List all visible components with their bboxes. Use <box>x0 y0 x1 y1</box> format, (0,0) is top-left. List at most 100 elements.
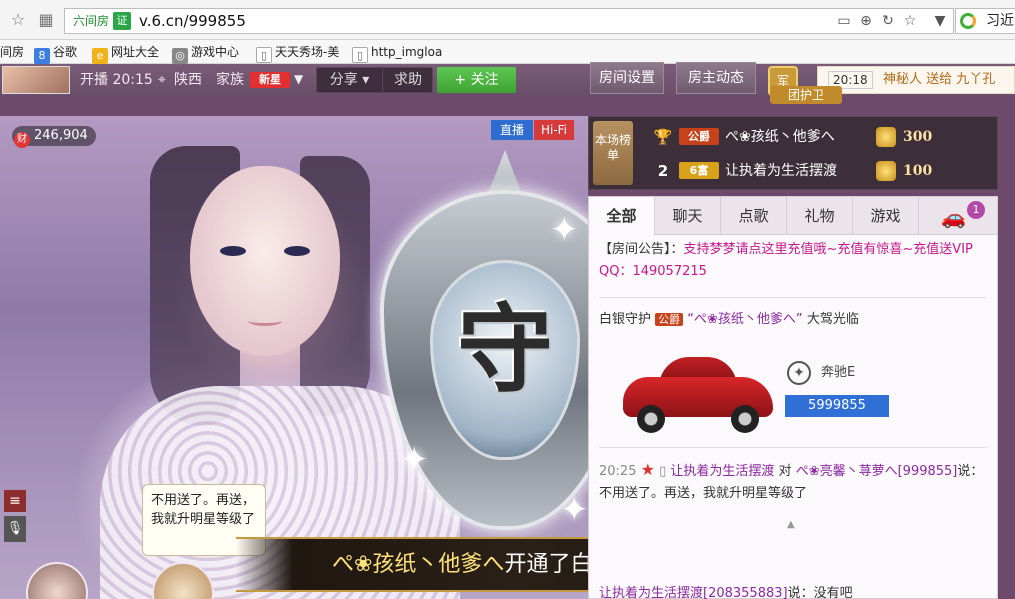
bookmarks-bar: 间房 8 谷歌 e 网址大全 ◎ 游戏中心 ▯ 天天秀场-美 ▯ http_imgloa <box>0 40 1015 64</box>
msg-user[interactable]: 让执着为生活摆渡[208355883] <box>599 586 788 599</box>
live-tag[interactable]: 直播 <box>491 120 533 140</box>
banner-name: ぺ❀孩纸丶他爹へ <box>332 552 505 577</box>
search-box[interactable]: 习近 <box>955 8 1015 34</box>
rank-name: ぺ❀孩纸丶他爹へ <box>725 129 835 145</box>
host-news-button[interactable]: 房主动态 <box>676 62 756 94</box>
room-notice: 【房间公告】：支持梦梦请点这里充值哦~充值有惊喜~充值送VIP QQ：14905… <box>599 239 989 283</box>
divider <box>599 297 987 298</box>
msg-user[interactable]: 让执着为生活摆渡 <box>670 464 774 479</box>
msg-to: 对 <box>778 464 792 479</box>
cert-badge: 证 <box>113 12 131 30</box>
guard-join-message: 白银守护 公爵 “ぺ❀孩纸丶他爹へ” 大驾光临 <box>599 309 989 331</box>
live-time: 开播 20:15 <box>80 72 153 88</box>
chat-tabs: 全部 聊天 点歌 礼物 游戏 🚗 1 <box>589 197 997 235</box>
ticker-text: 神秘人 送给 九丫孔 <box>883 72 996 87</box>
msg-text: 没有吧 <box>813 586 853 599</box>
msg-time: 20:25 <box>599 464 637 479</box>
wealth-value: 246,904 <box>34 128 88 143</box>
tab-song[interactable]: 点歌 <box>721 197 787 235</box>
menu-icon[interactable]: ≡ <box>4 490 26 512</box>
car-number[interactable]: 5999855 <box>785 395 889 417</box>
bookmark-item[interactable]: 间房 <box>0 43 24 61</box>
star-badge-icon: ★ <box>640 460 655 479</box>
wealth-badge: 财 246,904 <box>12 126 96 148</box>
coin-icon <box>876 127 896 147</box>
rank-row[interactable]: 🏆 公爵 ぺ❀孩纸丶他爹へ 300 <box>641 123 991 151</box>
car-name: 奔驰E <box>821 365 856 380</box>
mic-icon[interactable]: 🎙 <box>4 516 26 542</box>
search-engine-icon <box>960 13 976 29</box>
sparkle-icon: ✦ <box>400 440 429 480</box>
rank-value: 300 <box>903 129 933 145</box>
tab-gift[interactable]: 礼物 <box>787 197 853 235</box>
rank-row[interactable]: 2 6富 让执着为生活摆渡 100 <box>641 157 991 185</box>
shield-glyph: 守 <box>457 293 553 406</box>
url-text[interactable]: v.6.cn/999855 <box>139 11 246 31</box>
zoom-icon[interactable]: ⊕ <box>857 12 875 30</box>
msg-target[interactable]: ぺ❀亮馨丶荨萝へ[999855] <box>796 464 958 479</box>
location-pin-icon: ⌖ <box>158 72 166 88</box>
guard-label: 团护卫 <box>770 86 842 104</box>
gift-ticker: 20:18 神秘人 送给 九丫孔 <box>817 66 1015 94</box>
family-badge[interactable]: 新星 <box>250 72 290 88</box>
coin-icon <box>876 161 896 181</box>
notice-label: 【房间公告】： <box>599 242 684 257</box>
gamepad-icon: ◎ <box>172 48 188 64</box>
follow-button[interactable]: + 关注 <box>437 67 516 93</box>
help-button[interactable]: 求助 <box>383 68 433 92</box>
rank-tab[interactable]: 本场榜单 <box>593 121 633 185</box>
chat-message: 20:25 ★ ▯ 让执着为生活摆渡 对 ぺ❀亮馨丶荨萝へ[999855]说： 不… <box>599 459 989 505</box>
car-image <box>623 357 773 433</box>
host-avatar[interactable] <box>2 66 70 94</box>
scroll-up-icon[interactable]: ▲ <box>787 519 801 530</box>
location: 陕西 <box>174 72 202 88</box>
chevron-down-icon[interactable]: ▼ <box>294 72 303 86</box>
video-icon[interactable]: ▭ <box>835 12 853 30</box>
refresh-icon[interactable]: ↻ <box>879 12 897 30</box>
rank-number: 2 <box>657 162 669 180</box>
bookmark-item[interactable]: ▯ 天天秀场-美 <box>256 43 339 63</box>
msg-said: 说： <box>957 464 984 479</box>
mercedes-logo-icon: ✦ <box>787 361 811 385</box>
tab-game[interactable]: 游戏 <box>853 197 919 235</box>
guard-msg-suffix: 大驾光临 <box>806 312 859 327</box>
guard-msg-prefix: 白银守护 <box>599 312 652 327</box>
favorite-icon[interactable]: ☆ <box>901 12 919 30</box>
level-badge: 公爵 <box>655 313 684 326</box>
room-settings-button[interactable]: 房间设置 <box>590 62 664 94</box>
browser-address-bar: ☆ ▦ 六间房 证 v.6.cn/999855 ▭ ⊕ ↻ ☆ ▼ 习近 <box>0 0 1015 40</box>
share-button[interactable]: 分享 ▾ <box>317 68 383 92</box>
video-eye <box>220 246 246 256</box>
rank-box: 本场榜单 🏆 公爵 ぺ❀孩纸丶他爹へ 300 2 6富 让执着为生活摆渡 100 <box>588 116 998 190</box>
google-icon: 8 <box>34 48 50 64</box>
rank-value: 100 <box>903 163 933 179</box>
bookmark-item[interactable]: 8 谷歌 <box>34 43 77 64</box>
chat-panel: 全部 聊天 点歌 礼物 游戏 🚗 1 【房间公告】：支持梦梦请点这里充值哦~充值… <box>588 196 998 599</box>
car-wheel <box>731 405 759 433</box>
video-mouth <box>248 316 282 326</box>
star-icon[interactable]: ☆ <box>8 10 28 30</box>
video-face <box>190 166 340 356</box>
grid-icon[interactable]: ▦ <box>36 10 56 30</box>
chat-message: 让执着为生活摆渡[208355883]说：没有吧 <box>599 583 989 599</box>
video-eye <box>284 246 310 256</box>
tab-chat[interactable]: 聊天 <box>655 197 721 235</box>
trophy-icon: 🏆 <box>653 128 673 146</box>
sparkle-icon: ✦ <box>560 490 589 530</box>
msg-said: 说： <box>787 586 814 599</box>
dropdown-icon[interactable]: ▼ <box>931 12 949 30</box>
search-text[interactable]: 习近 <box>986 11 1014 31</box>
bookmark-item[interactable]: e 网址大全 <box>92 43 159 64</box>
site-tag: 六间房 <box>73 14 110 28</box>
url-box[interactable]: 六间房 证 v.6.cn/999855 ▭ ⊕ ↻ ☆ ▼ <box>64 8 954 34</box>
guard-badge[interactable]: 军 团护卫 <box>768 66 844 106</box>
tab-all[interactable]: 全部 <box>589 197 655 235</box>
bookmark-item[interactable]: ◎ 游戏中心 <box>172 43 239 64</box>
hifi-tag[interactable]: Hi-Fi <box>534 120 574 140</box>
guard-msg-name[interactable]: “ぺ❀孩纸丶他爹へ” <box>687 312 802 327</box>
divider <box>599 447 987 448</box>
bookmark-item[interactable]: ▯ http_imgloa <box>352 43 442 63</box>
sparkle-icon: ✦ <box>550 210 579 250</box>
level-badge: 公爵 <box>679 128 719 145</box>
page-icon: ▯ <box>256 47 272 63</box>
